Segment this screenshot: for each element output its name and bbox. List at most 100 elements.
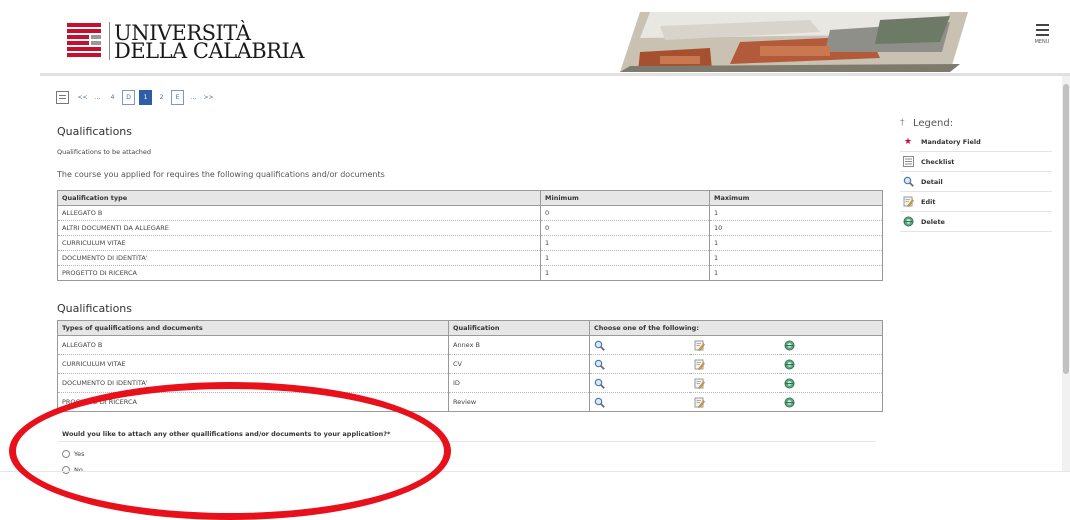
cell: 1 (709, 250, 883, 266)
detail-cell (589, 373, 690, 393)
pager-ellipsis: ... (190, 93, 197, 101)
pager-step-2[interactable]: 2 (156, 91, 167, 104)
delete-cell (780, 373, 883, 393)
checklist-icon[interactable] (56, 90, 69, 104)
table-row: ALLEGATO B Annex B (57, 335, 883, 355)
cell: 1 (709, 205, 883, 221)
university-logo-mark[interactable] (67, 23, 101, 57)
table-row: CURRICULUM VITAE CV (57, 354, 883, 374)
legend-item-label: Detail (921, 177, 943, 186)
legend-item-edit: Edit (900, 192, 1052, 212)
edit-icon[interactable] (694, 359, 705, 370)
checklist-icon (902, 156, 914, 167)
magnifier-icon-wrap (900, 176, 916, 187)
cell: 10 (709, 220, 883, 236)
edit-cell (690, 335, 780, 355)
cell: Review (448, 392, 590, 412)
legend-item-label: Checklist (921, 157, 955, 166)
column-header: Qualification type (57, 190, 541, 206)
section-title: Qualifications (57, 302, 133, 315)
header-divider (40, 73, 1070, 76)
pager-ellipsis: ... (94, 93, 101, 101)
pager-step-1-current[interactable]: 1 (139, 89, 152, 105)
table-row: ALTRI DOCUMENTI DA ALLEGARE 0 10 (57, 220, 883, 236)
table-row: PROGETTO DI RICERCA 1 1 (57, 265, 883, 281)
scrollbar-thumb[interactable] (1063, 84, 1069, 374)
logo-divider (109, 22, 110, 60)
page-scrollbar[interactable] (1062, 76, 1070, 471)
column-header: Types of qualifications and documents (57, 320, 449, 336)
delete-icon[interactable] (784, 378, 795, 389)
cell: CV (448, 354, 590, 374)
requirements-intro: The course you applied for requires the … (57, 170, 385, 179)
legend-title: Legend: (913, 117, 954, 129)
pager-step-d[interactable]: D (122, 89, 135, 105)
pager-last[interactable]: >> (203, 91, 214, 104)
delete-cell (780, 392, 883, 412)
hamburger-icon-bar (1035, 29, 1049, 31)
detail-cell (589, 335, 690, 355)
detail-cell (589, 392, 690, 412)
table-row: DOCUMENTO DI IDENTITA' 1 1 (57, 250, 883, 266)
detail-cell (589, 354, 690, 374)
delete-icon[interactable] (784, 397, 795, 408)
edit-icon[interactable] (694, 397, 705, 408)
cell: PROGETTO DI RICERCA (57, 265, 541, 281)
university-name-line2: DELLA CALABRIA (114, 39, 304, 63)
legend-item-checklist: Checklist (900, 152, 1052, 172)
edit-icon-wrap (900, 196, 916, 207)
cell: ID (448, 373, 590, 393)
magnifier-icon[interactable] (594, 359, 605, 370)
edit-cell (690, 392, 780, 412)
legend-panel: † Legend: ★ Mandatory Field Checklist De… (900, 114, 1052, 232)
mandatory-star-icon: ★ (903, 136, 913, 147)
pager-first[interactable]: << (77, 91, 88, 104)
edit-icon (903, 196, 914, 207)
magnifier-icon[interactable] (594, 378, 605, 389)
cell: 1 (540, 265, 710, 281)
legend-item-label: Edit (921, 197, 936, 206)
pager-step-4[interactable]: 4 (107, 91, 118, 104)
delete-cell (780, 354, 883, 374)
table-row: ALLEGATO B01 (57, 205, 883, 221)
cell: DOCUMENTO DI IDENTITA' (57, 250, 541, 266)
magnifier-icon[interactable] (594, 340, 605, 351)
section-subtitle: Qualifications to be attached (57, 148, 152, 156)
column-header: Qualification (448, 320, 590, 336)
hamburger-icon-bar (1035, 34, 1049, 36)
cell: 1 (709, 265, 883, 281)
delete-icon[interactable] (784, 359, 795, 370)
cell: 1 (709, 235, 883, 251)
edit-cell (690, 373, 780, 393)
menu-button[interactable]: MENU (1030, 24, 1054, 54)
magnifier-icon (903, 176, 914, 187)
legend-item-delete: Delete (900, 212, 1052, 232)
section-title: Qualifications (57, 125, 133, 138)
cell: ALTRI DOCUMENTI DA ALLEGARE (57, 220, 541, 236)
cell: 0 (540, 220, 710, 236)
required-qualifications-table: Qualification type Minimum Maximum ALLEG… (57, 190, 883, 281)
pager-step-e[interactable]: E (171, 89, 184, 105)
cell: 1 (540, 250, 710, 266)
cell: ALLEGATO B (57, 205, 541, 221)
university-name[interactable]: UNIVERSITÀ DELLA CALABRIA (114, 23, 304, 63)
delete-icon[interactable] (784, 340, 795, 351)
legend-item-mandatory: ★ Mandatory Field (900, 132, 1052, 152)
annotation-ellipse (9, 382, 451, 520)
delete-icon-wrap (900, 216, 916, 227)
checklist-icon-wrap (900, 156, 916, 167)
edit-icon[interactable] (694, 378, 705, 389)
delete-icon (903, 216, 914, 227)
campus-banner-image (620, 12, 968, 72)
legend-item-detail: Detail (900, 172, 1052, 192)
cell: Annex B (448, 335, 590, 355)
legend-header: † Legend: (900, 114, 1052, 132)
edit-icon[interactable] (694, 340, 705, 351)
column-header: Choose one of the following: (589, 320, 883, 336)
cell: CURRICULUM VITAE (57, 235, 541, 251)
magnifier-icon[interactable] (594, 397, 605, 408)
cell: ALLEGATO B (57, 335, 449, 355)
menu-label: MENU (1034, 39, 1050, 45)
table-row: CURRICULUM VITAE 1 1 (57, 235, 883, 251)
column-header: Maximum (709, 190, 883, 206)
